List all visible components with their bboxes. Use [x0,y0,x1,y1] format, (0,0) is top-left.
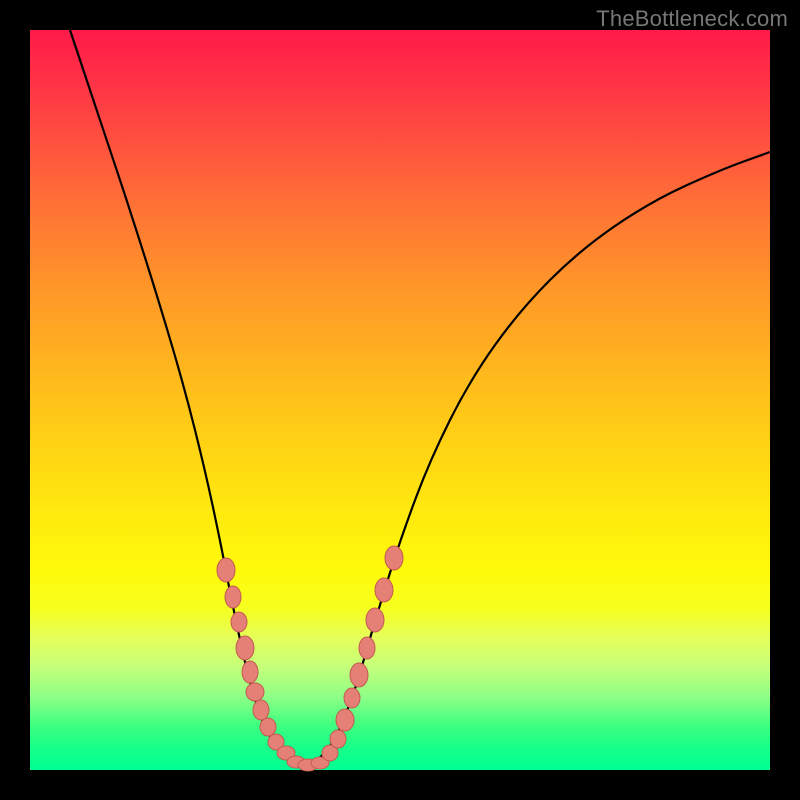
data-bead [260,718,276,736]
chart-svg [30,30,770,770]
watermark-text: TheBottleneck.com [596,6,788,32]
data-bead [217,558,235,582]
data-bead [242,661,258,683]
outer-frame: TheBottleneck.com [0,0,800,800]
data-bead [225,586,241,608]
data-bead [246,683,264,701]
data-bead [336,709,354,731]
bead-group [217,546,403,771]
plot-area [30,30,770,770]
data-bead [344,688,360,708]
data-bead [385,546,403,570]
data-bead [359,637,375,659]
right-curve [308,152,770,765]
data-bead [330,730,346,748]
data-bead [231,612,247,632]
data-bead [253,700,269,720]
data-bead [236,636,254,660]
data-bead [366,608,384,632]
left-curve [70,30,303,765]
data-bead [375,578,393,602]
data-bead [350,663,368,687]
